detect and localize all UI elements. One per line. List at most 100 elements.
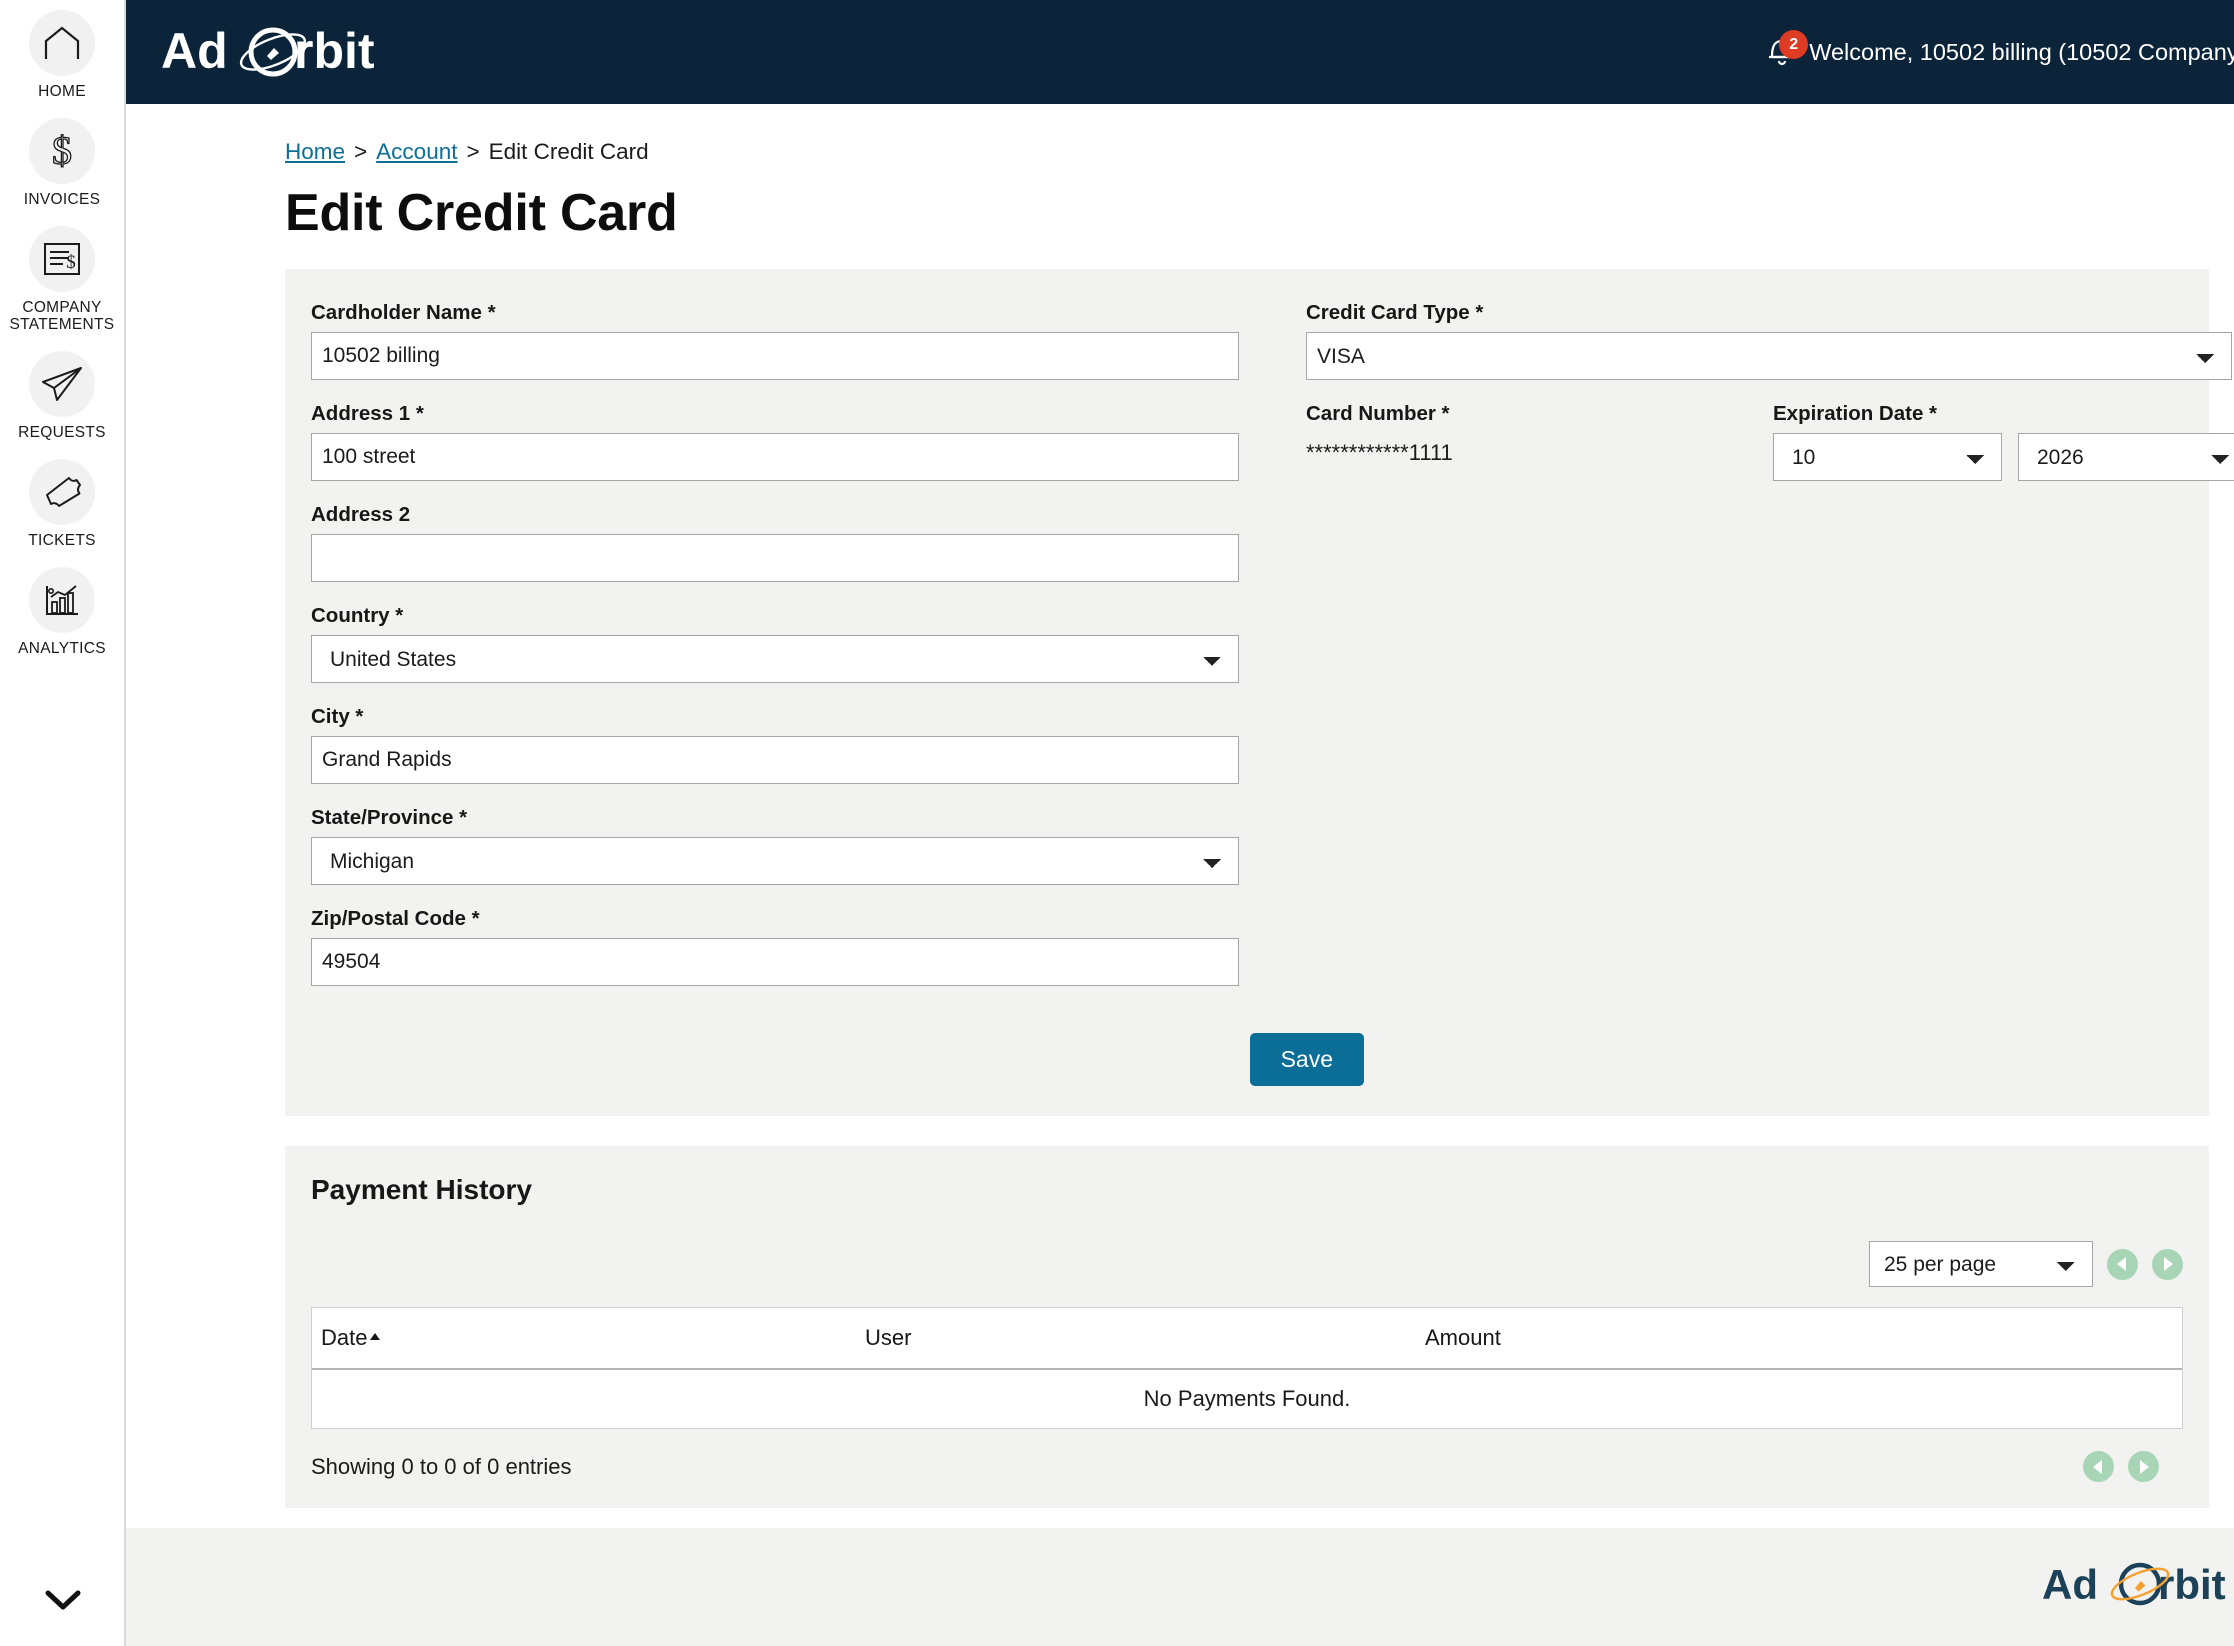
field-zip: Zip/Postal Code * [311, 907, 1258, 986]
app-root: HOME $ INVOICES $ COMPANY STATEMENTS REQ… [0, 0, 2234, 1646]
breadcrumb-current: Edit Credit Card [488, 139, 649, 164]
svg-text:$: $ [66, 252, 76, 273]
bar-chart-icon [29, 567, 95, 633]
app-footer: Ad rbit [126, 1528, 2234, 1646]
chevron-right-icon [2140, 1459, 2149, 1474]
payment-history-footer: Showing 0 to 0 of 0 entries [311, 1451, 2183, 1482]
welcome-label: Welcome, 10502 billing (10502 Company 2) [1809, 38, 2234, 65]
pagination-next-button-bottom[interactable] [2128, 1451, 2159, 1482]
field-address2: Address 2 [311, 503, 1258, 582]
entries-info: Showing 0 to 0 of 0 entries [311, 1453, 572, 1479]
sidebar-collapse-toggle[interactable] [0, 1589, 126, 1616]
footer-logo: Ad rbit [2042, 1559, 2234, 1615]
sidebar-item-label: REQUESTS [18, 424, 106, 441]
card-number-label: Card Number * [1306, 402, 1450, 425]
main-region: Ad rbit 2 Welcome, 10502 billing (10502 … [126, 0, 2234, 1646]
sidebar-item-label: TICKETS [28, 532, 96, 549]
pagination-prev-button-bottom[interactable] [2083, 1451, 2114, 1482]
breadcrumb-separator: > [354, 139, 368, 164]
column-header-date[interactable]: Date [312, 1325, 865, 1351]
pagination-next-button-top[interactable] [2152, 1248, 2183, 1280]
state-province-select[interactable]: Michigan [311, 837, 1239, 885]
svg-text:Ad: Ad [161, 23, 228, 79]
city-input[interactable] [311, 736, 1239, 784]
sidebar-item-label: COMPANY STATEMENTS [9, 299, 115, 333]
chevron-right-icon [2164, 1257, 2173, 1271]
address2-input[interactable] [311, 534, 1239, 582]
column-header-date-label: Date [321, 1325, 368, 1350]
sidebar-item-label: HOME [38, 83, 86, 100]
notifications-button[interactable]: 2 [1765, 30, 1809, 72]
notification-badge: 2 [1779, 30, 1809, 59]
sidebar-item-company-statements[interactable]: $ COMPANY STATEMENTS [0, 226, 125, 333]
field-expiration-date: Expiration Date * 10 2026 [1773, 402, 2234, 481]
dollar-icon: $ [29, 118, 95, 184]
field-card-number: Card Number * ************1111 [1306, 402, 1773, 481]
form-right-column: Credit Card Type * VISA Card Number * **… [1258, 301, 2234, 1008]
sidebar-item-label: INVOICES [23, 191, 101, 208]
svg-text:rbit: rbit [294, 23, 375, 79]
field-credit-card-type: Credit Card Type * VISA [1306, 301, 2234, 380]
credit-card-form-panel: Cardholder Name * Address 1 * Address 2 [285, 269, 2234, 1116]
expiration-year-select[interactable]: 2026 [2018, 433, 2234, 481]
paper-plane-icon [29, 351, 95, 417]
field-address1: Address 1 * [311, 402, 1258, 481]
user-menu[interactable]: 2 Welcome, 10502 billing (10502 Company … [1765, 30, 2234, 72]
breadcrumb-link-home[interactable]: Home [285, 139, 345, 165]
address2-label: Address 2 [311, 503, 411, 526]
breadcrumb: Home > Account > Edit Credit Card [285, 104, 2209, 165]
card-number-expiration-row: Card Number * ************1111 Expiratio… [1306, 402, 2234, 481]
save-button[interactable]: Save [1249, 1033, 1364, 1086]
pagination-prev-button-top[interactable] [2107, 1248, 2138, 1280]
credit-card-type-label: Credit Card Type * [1306, 301, 1484, 324]
ticket-icon [29, 459, 95, 525]
cardholder-name-input[interactable] [311, 332, 1239, 380]
header-logo[interactable]: Ad rbit [158, 0, 401, 104]
expiration-date-label: Expiration Date * [1773, 402, 1938, 425]
chevron-left-icon [2117, 1257, 2126, 1271]
breadcrumb-separator: > [466, 139, 480, 164]
svg-text:$: $ [52, 130, 72, 172]
home-icon [29, 10, 95, 76]
sidebar-item-analytics[interactable]: ANALYTICS [0, 567, 125, 657]
chevron-down-icon [44, 1589, 82, 1616]
column-header-amount[interactable]: Amount [1425, 1325, 2182, 1351]
field-city: City * [311, 705, 1258, 784]
sidebar-item-home[interactable]: HOME [0, 10, 125, 100]
credit-card-type-select[interactable]: VISA [1306, 332, 2232, 380]
table-empty-message: No Payments Found. [1143, 1386, 1351, 1411]
svg-text:rbit: rbit [2158, 1561, 2226, 1608]
statement-icon: $ [29, 226, 95, 292]
zip-input[interactable] [311, 938, 1239, 986]
form-left-column: Cardholder Name * Address 1 * Address 2 [311, 301, 1258, 1008]
chevron-left-icon [2093, 1459, 2102, 1474]
primary-sidebar: HOME $ INVOICES $ COMPANY STATEMENTS REQ… [0, 0, 126, 1646]
sidebar-item-requests[interactable]: REQUESTS [0, 351, 125, 441]
expiration-month-select[interactable]: 10 [1773, 433, 2002, 481]
per-page-select[interactable]: 25 per page [1869, 1241, 2093, 1287]
payment-history-panel: Payment History 25 per page Date User Am… [285, 1146, 2209, 1508]
page-content: Home > Account > Edit Credit Card Edit C… [126, 104, 2234, 1528]
sidebar-item-label: ANALYTICS [18, 640, 106, 657]
column-header-user[interactable]: User [865, 1325, 1425, 1351]
address1-input[interactable] [311, 433, 1239, 481]
payment-history-controls: 25 per page [311, 1241, 2183, 1287]
country-select[interactable]: United States [311, 635, 1239, 683]
city-label: City * [311, 705, 364, 728]
page-title: Edit Credit Card [285, 184, 678, 242]
payment-history-title: Payment History [311, 1174, 532, 1205]
app-header: Ad rbit 2 Welcome, 10502 billing (10502 … [126, 0, 2234, 104]
zip-label: Zip/Postal Code * [311, 907, 480, 930]
table-header-row: Date User Amount [312, 1308, 2182, 1370]
sidebar-item-tickets[interactable]: TICKETS [0, 459, 125, 549]
address1-label: Address 1 * [311, 402, 424, 425]
field-state-province: State/Province * Michigan [311, 806, 1258, 885]
payment-history-table: Date User Amount No Payments Found. [311, 1307, 2183, 1429]
field-country: Country * United States [311, 604, 1258, 683]
field-cardholder-name: Cardholder Name * [311, 301, 1258, 380]
country-label: Country * [311, 604, 404, 627]
sidebar-item-invoices[interactable]: $ INVOICES [0, 118, 125, 208]
cardholder-name-label: Cardholder Name * [311, 301, 496, 324]
breadcrumb-link-account[interactable]: Account [376, 139, 457, 165]
svg-text:Ad: Ad [2042, 1561, 2098, 1608]
